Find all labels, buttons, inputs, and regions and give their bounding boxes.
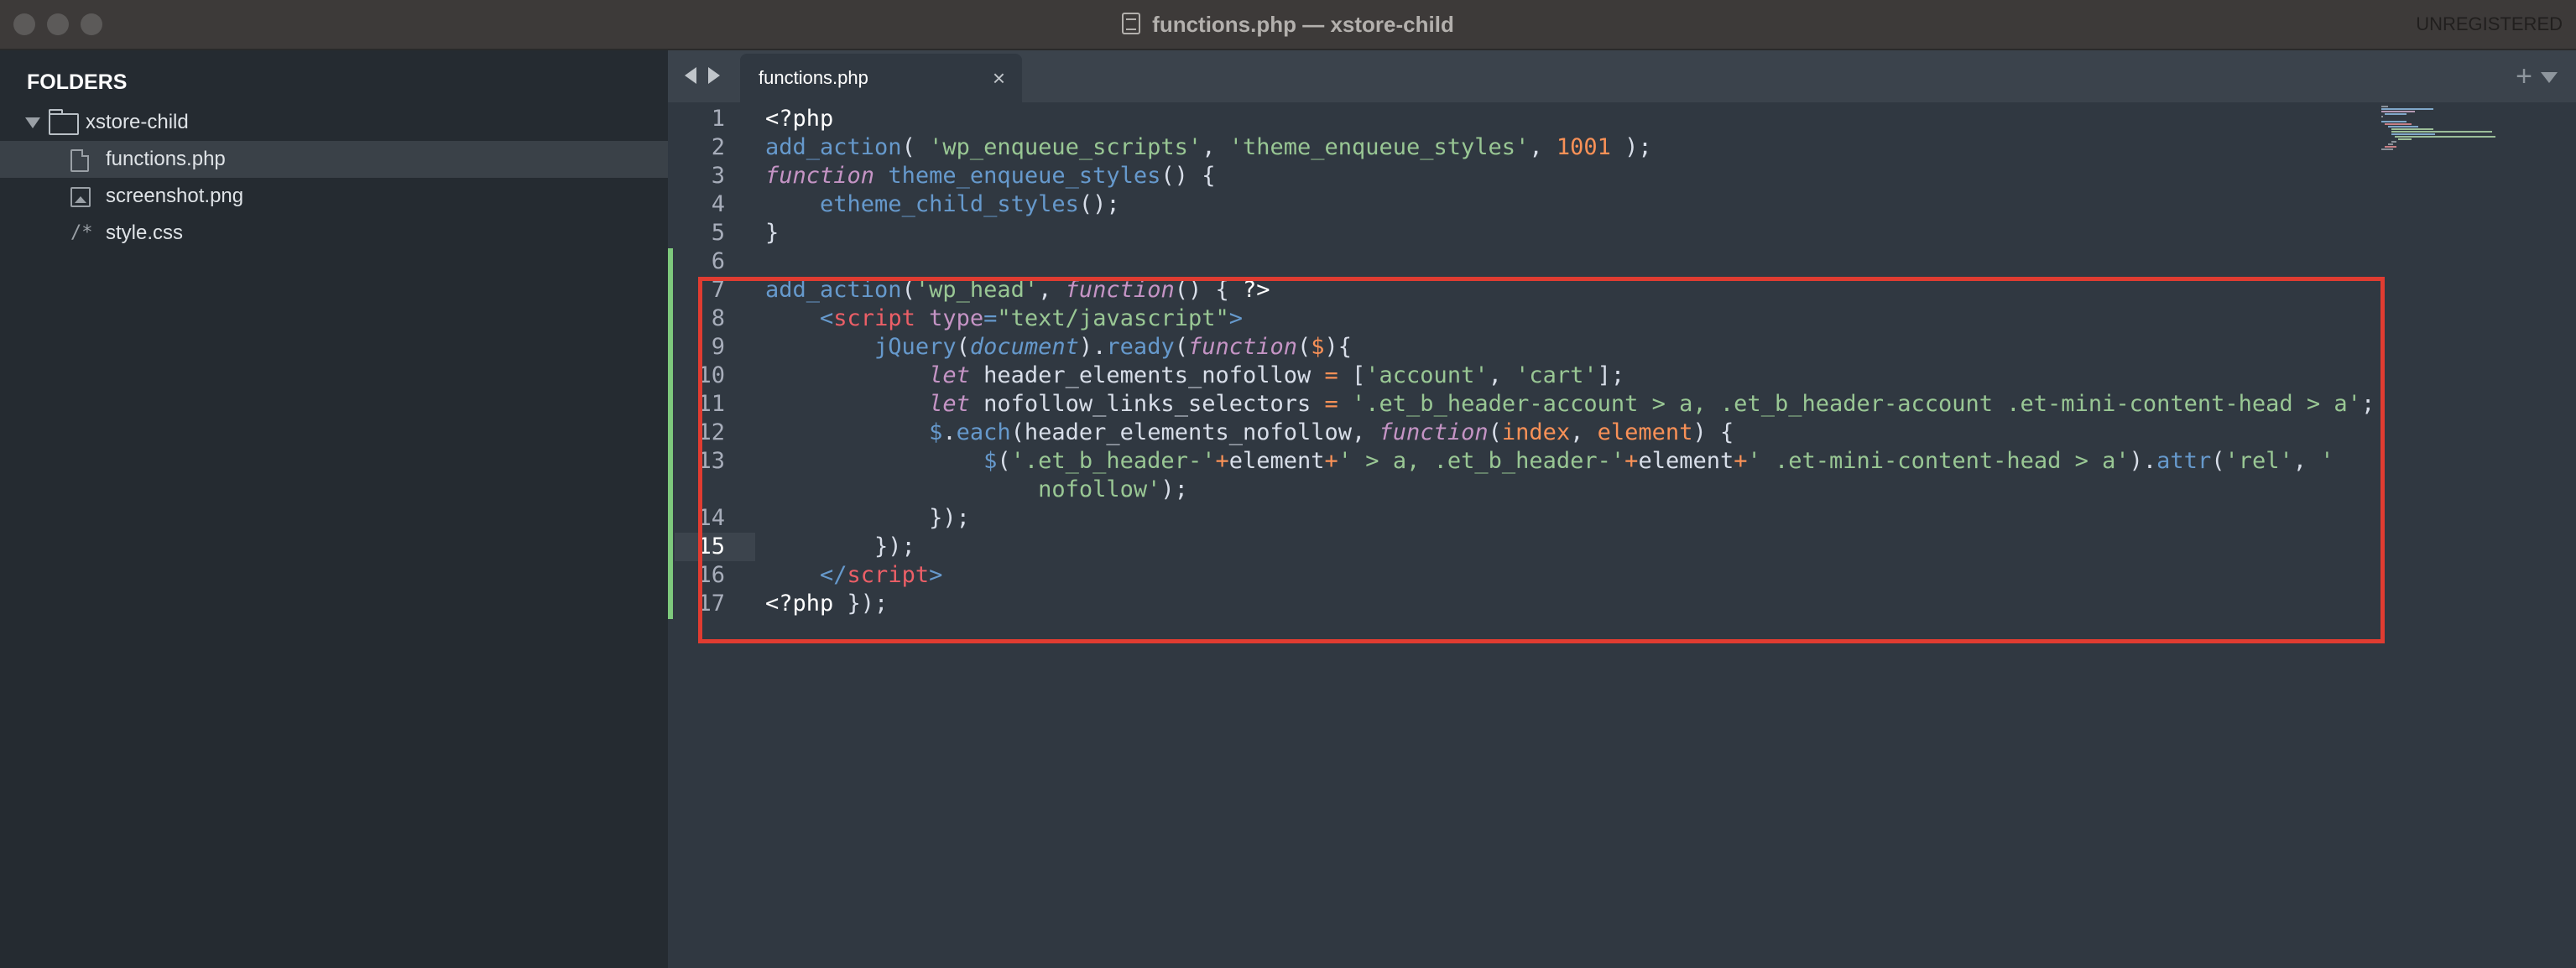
- minimap-line: [2381, 148, 2393, 150]
- title-bar: functions.php — xstore-child UNREGISTERE…: [0, 0, 2576, 50]
- minimap-line: [2395, 136, 2495, 138]
- code-line[interactable]: 5}: [668, 219, 2380, 247]
- code-line[interactable]: 2 add_action( 'wp_enqueue_scripts', 'them…: [668, 133, 2380, 162]
- code-line[interactable]: 4 etheme_child_styles();: [668, 190, 2380, 219]
- minimap-line: [2381, 106, 2388, 107]
- tab-functions-php[interactable]: functions.php ×: [740, 54, 1022, 102]
- line-number: 4: [711, 191, 725, 217]
- sidebar: FOLDERS xstore-child functions.php scree…: [0, 50, 668, 968]
- code-editor[interactable]: 1 <?php 2 add_action( 'wp_enqueue_scripts'…: [668, 102, 2576, 968]
- image-file-icon: [70, 187, 91, 207]
- css-comment-icon: /*: [70, 222, 93, 243]
- unregistered-label: UNREGISTERED: [2416, 13, 2563, 34]
- folder-open-icon: [49, 109, 79, 135]
- minimap-line: [2388, 143, 2393, 145]
- minimap-line: [2391, 131, 2492, 133]
- window-title: functions.php — xstore-child: [1152, 12, 1454, 37]
- sidebar-file-screenshot-png[interactable]: screenshot.png: [0, 178, 668, 215]
- file-label: screenshot.png: [106, 185, 244, 207]
- tab-forward-arrow-icon[interactable]: [708, 67, 720, 84]
- minimap-line: [2381, 116, 2383, 117]
- tab-bar: functions.php × +: [668, 50, 2576, 102]
- minimap-line: [2398, 138, 2412, 140]
- file-icon: [70, 149, 89, 172]
- minimap-line: [2381, 121, 2407, 122]
- line-number: 5: [711, 220, 725, 246]
- file-label: style.css: [106, 221, 184, 244]
- code-text: function theme_enqueue_styles() {: [765, 163, 1216, 189]
- sidebar-folder-xstore-child[interactable]: xstore-child: [0, 104, 668, 141]
- minimap-line: [2385, 113, 2407, 115]
- code-text: add_action( 'wp_enqueue_scripts', 'theme…: [765, 134, 1652, 160]
- minimap-line: [2385, 123, 2412, 125]
- file-label: functions.php: [106, 148, 226, 170]
- line-number: 3: [711, 163, 725, 189]
- line-number: 2: [711, 134, 725, 160]
- tab-list-dropdown-icon[interactable]: [2541, 72, 2558, 83]
- minimap-line: [2385, 146, 2396, 148]
- sidebar-file-functions-php[interactable]: functions.php: [0, 141, 668, 178]
- minimap-line: [2388, 126, 2418, 128]
- code-line[interactable]: 6: [668, 247, 2380, 276]
- minimap-line: [2381, 111, 2415, 112]
- code-text: <?php: [765, 106, 834, 132]
- code-text: }: [765, 220, 780, 246]
- minimap-line: [2391, 128, 2433, 130]
- minimap-line: [2381, 108, 2433, 110]
- tab-close-icon[interactable]: ×: [993, 54, 1005, 102]
- code-line[interactable]: 3 function theme_enqueue_styles() {: [668, 162, 2380, 190]
- minimap-line: [2391, 141, 2396, 143]
- sidebar-file-style-css[interactable]: /* style.css: [0, 215, 668, 252]
- tab-back-arrow-icon[interactable]: [685, 67, 696, 84]
- folder-label: xstore-child: [86, 111, 189, 133]
- minimap[interactable]: [2380, 102, 2576, 968]
- line-number: 1: [711, 106, 725, 132]
- folders-header: FOLDERS: [27, 70, 128, 94]
- code-text: etheme_child_styles();: [820, 191, 1120, 217]
- window-title-container: functions.php — xstore-child: [0, 0, 2576, 49]
- document-icon: [1122, 13, 1141, 34]
- line-number: 6: [711, 248, 725, 274]
- minimap-line: [2391, 133, 2435, 135]
- disclosure-triangle-icon[interactable]: [25, 117, 40, 128]
- tab-label: functions.php: [759, 67, 868, 88]
- code-line[interactable]: 1 <?php: [668, 105, 2380, 133]
- highlight-annotation-box: [698, 277, 2385, 643]
- new-tab-plus-icon[interactable]: +: [2516, 50, 2532, 102]
